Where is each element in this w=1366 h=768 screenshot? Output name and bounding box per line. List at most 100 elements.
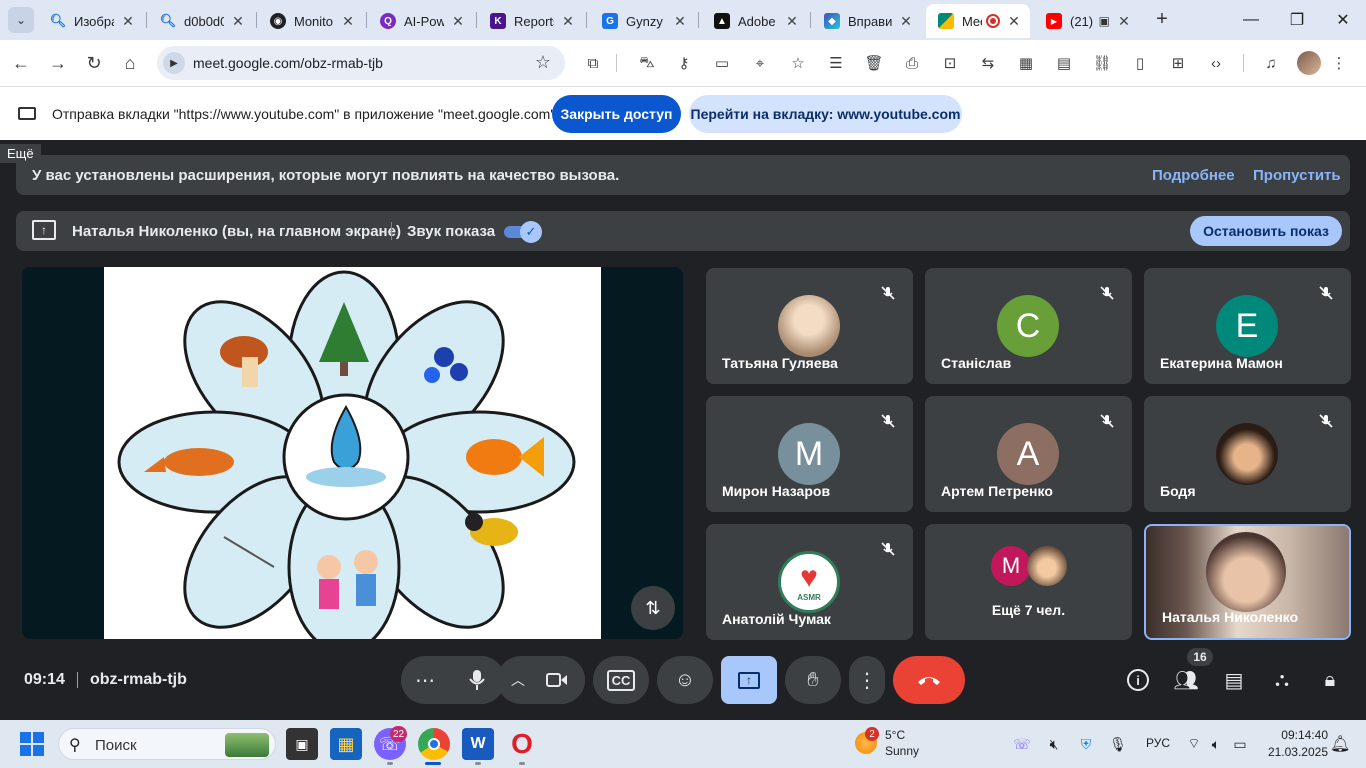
- speaker-icon[interactable]: 🔈︎: [1206, 734, 1226, 754]
- input-language[interactable]: РУС: [1146, 736, 1170, 750]
- back-button[interactable]: ←: [8, 50, 34, 76]
- stop-presenting-button[interactable]: Остановить показ: [1190, 216, 1342, 246]
- more-options-button[interactable]: ⋮: [849, 656, 885, 704]
- participant-tile[interactable]: ♥ ASMR Анатолій Чумак: [706, 524, 913, 640]
- audio-options-icon[interactable]: ⋯: [415, 668, 435, 693]
- media-control-icon[interactable]: ♫: [1260, 52, 1282, 74]
- screenshot-icon[interactable]: ⊡: [939, 52, 961, 74]
- close-icon[interactable]: ✕: [672, 13, 688, 30]
- profile-avatar[interactable]: [1297, 51, 1321, 75]
- close-icon[interactable]: ✕: [340, 13, 356, 30]
- learn-more-link[interactable]: Подробнее: [1152, 167, 1235, 184]
- camera-button[interactable]: [529, 656, 585, 704]
- self-view-tile[interactable]: Наталья Николенко: [1144, 524, 1351, 640]
- video-options-icon[interactable]: ︿: [511, 670, 525, 690]
- swap-layout-button[interactable]: ⇅: [631, 586, 675, 630]
- key-icon[interactable]: ⚷: [673, 52, 695, 74]
- devices-icon[interactable]: ▯: [1129, 52, 1151, 74]
- go-to-tab-button[interactable]: Перейти на вкладку: www.youtube.com: [689, 95, 962, 133]
- close-icon[interactable]: ✕: [1006, 13, 1022, 30]
- participant-tile[interactable]: М Мирон Назаров: [706, 396, 913, 512]
- link-icon[interactable]: ⛓: [1091, 52, 1113, 74]
- browser-tab[interactable]: K Reports ✕: [478, 4, 584, 38]
- system-time[interactable]: 09:14:40: [1268, 728, 1328, 742]
- reading-list-icon[interactable]: ☰: [825, 52, 847, 74]
- security-icon[interactable]: ⛨: [1076, 734, 1096, 754]
- reload-button[interactable]: ↻: [81, 50, 107, 76]
- browser-tab[interactable]: Q AI-Pow ✕: [368, 4, 474, 38]
- reading-mode-icon[interactable]: ▤: [1053, 52, 1075, 74]
- close-icon[interactable]: ✕: [784, 13, 800, 30]
- participant-tile[interactable]: Бодя: [1144, 396, 1351, 512]
- chrome-icon[interactable]: [418, 728, 450, 760]
- battery-icon[interactable]: ▭: [1230, 734, 1250, 754]
- print-icon[interactable]: ⎙: [901, 52, 923, 74]
- leave-call-button[interactable]: [893, 656, 965, 704]
- qr-code-icon[interactable]: ▦: [1015, 52, 1037, 74]
- window-close-button[interactable]: ✕: [1320, 6, 1366, 34]
- translate-icon[interactable]: ⇆: [977, 52, 999, 74]
- system-date[interactable]: 21.03.2025: [1262, 745, 1328, 759]
- close-icon[interactable]: ✕: [120, 13, 136, 30]
- close-icon[interactable]: ✕: [230, 13, 246, 30]
- extensions-icon[interactable]: ⧉: [582, 52, 604, 74]
- address-bar[interactable]: ▶ meet.google.com/obz-rmab-tjb ☆: [157, 46, 565, 80]
- participant-tile[interactable]: С Станіслав: [925, 268, 1132, 384]
- table-icon[interactable]: ⊞: [1167, 52, 1189, 74]
- activities-button[interactable]: ⛬: [1268, 666, 1296, 694]
- captions-button[interactable]: CC: [593, 656, 649, 704]
- browser-tab[interactable]: 🔍︎ d0b0d0 ✕: [148, 4, 254, 38]
- raise-hand-button[interactable]: ✋︎: [785, 656, 841, 704]
- car-icon[interactable]: ⛍: [636, 52, 658, 74]
- trash-icon[interactable]: 🗑︎: [863, 52, 885, 74]
- close-icon[interactable]: ✕: [898, 13, 914, 30]
- browser-tab[interactable]: ◆ Вправи ✕: [812, 4, 922, 38]
- menu-kebab-icon[interactable]: ⋮: [1328, 52, 1350, 74]
- stop-sharing-button[interactable]: Закрыть доступ: [552, 95, 681, 133]
- browser-tab[interactable]: 🔍︎ Изобра ✕: [38, 4, 144, 38]
- store-icon[interactable]: ▦: [330, 728, 362, 760]
- taskbar-search[interactable]: ⚲ Поиск: [58, 728, 276, 760]
- browser-tab[interactable]: G Gynzy ✕: [590, 4, 696, 38]
- new-tab-button[interactable]: +: [1150, 8, 1174, 32]
- windows-start-icon[interactable]: [20, 732, 44, 756]
- microphone-tray-icon[interactable]: 🎙︎: [1108, 734, 1128, 754]
- wifi-icon[interactable]: ⌔: [1184, 734, 1204, 754]
- code-icon[interactable]: ‹›: [1205, 52, 1227, 74]
- location-icon[interactable]: ⌖: [749, 52, 771, 74]
- minimize-button[interactable]: —: [1228, 6, 1274, 34]
- tray-app-icon[interactable]: ☏: [1012, 734, 1032, 754]
- share-audio-toggle[interactable]: ✓: [504, 221, 542, 243]
- present-now-button[interactable]: ↑: [721, 656, 777, 704]
- maximize-button[interactable]: ❐: [1274, 6, 1320, 34]
- tab-search-icon[interactable]: ⌄: [8, 7, 34, 33]
- home-button[interactable]: ⌂: [117, 50, 143, 76]
- close-icon[interactable]: ✕: [1116, 13, 1132, 30]
- site-info-icon[interactable]: ▶: [163, 52, 185, 74]
- browser-tab[interactable]: ◉ Monito ✕: [258, 4, 364, 38]
- participant-tile[interactable]: Е Екатерина Мамон: [1144, 268, 1351, 384]
- meeting-info-button[interactable]: i: [1124, 666, 1152, 694]
- favorites-icon[interactable]: ☆: [787, 52, 809, 74]
- browser-tab-active[interactable]: Mee ✕: [926, 4, 1030, 38]
- task-view-icon[interactable]: ▣: [286, 728, 318, 760]
- card-icon[interactable]: ▭: [711, 52, 733, 74]
- more-participants-tile[interactable]: М Ещё 7 чел.: [925, 524, 1132, 640]
- close-icon[interactable]: ✕: [450, 13, 466, 30]
- word-icon[interactable]: W: [462, 728, 494, 760]
- volume-mute-icon[interactable]: 🔇︎: [1044, 734, 1064, 754]
- participant-tile[interactable]: А Артем Петренко: [925, 396, 1132, 512]
- forward-button[interactable]: →: [45, 50, 71, 76]
- reactions-button[interactable]: ☺: [657, 656, 713, 704]
- host-controls-button[interactable]: 🔒︎: [1316, 666, 1344, 694]
- people-button[interactable]: 👥︎: [1172, 666, 1200, 694]
- opera-icon[interactable]: O: [506, 728, 538, 760]
- bookmark-star-icon[interactable]: ☆: [535, 52, 551, 73]
- chat-button[interactable]: ▤: [1220, 666, 1248, 694]
- participant-tile[interactable]: Татьяна Гуляева: [706, 268, 913, 384]
- close-icon[interactable]: ✕: [560, 13, 576, 30]
- notification-bell-icon[interactable]: 🔔︎: [1330, 734, 1350, 754]
- browser-tab[interactable]: ▶ (21) ▣ ✕: [1034, 4, 1140, 38]
- skip-link[interactable]: Пропустить: [1253, 167, 1341, 184]
- browser-tab[interactable]: ▲ Adobe ✕: [702, 4, 808, 38]
